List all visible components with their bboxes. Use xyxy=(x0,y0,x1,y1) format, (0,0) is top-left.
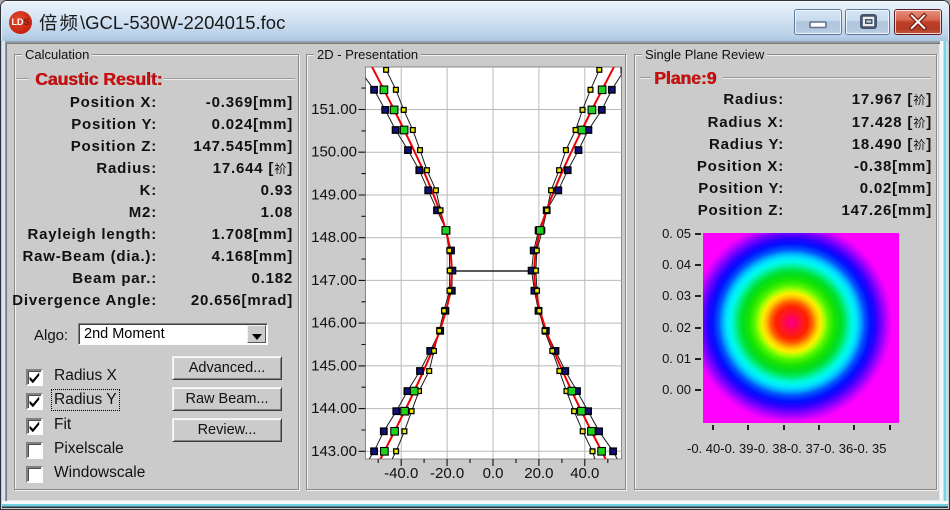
svg-text:143.00: 143.00 xyxy=(311,443,357,460)
svg-text:148.00: 148.00 xyxy=(311,229,357,246)
svg-text:-40.0: -40.0 xyxy=(384,465,418,482)
svg-text:20.0: 20.0 xyxy=(524,465,553,482)
svg-text:146.00: 146.00 xyxy=(311,315,357,332)
svg-text:149.00: 149.00 xyxy=(311,187,357,204)
svg-text:145.00: 145.00 xyxy=(311,357,357,374)
svg-text:151.00: 151.00 xyxy=(311,101,357,118)
svg-text:-20.0: -20.0 xyxy=(430,465,464,482)
svg-text:0.0: 0.0 xyxy=(483,465,504,482)
svg-text:150.00: 150.00 xyxy=(311,144,357,161)
svg-text:40.0: 40.0 xyxy=(570,465,599,482)
svg-text:144.00: 144.00 xyxy=(311,400,357,417)
svg-text:147.00: 147.00 xyxy=(311,272,357,289)
